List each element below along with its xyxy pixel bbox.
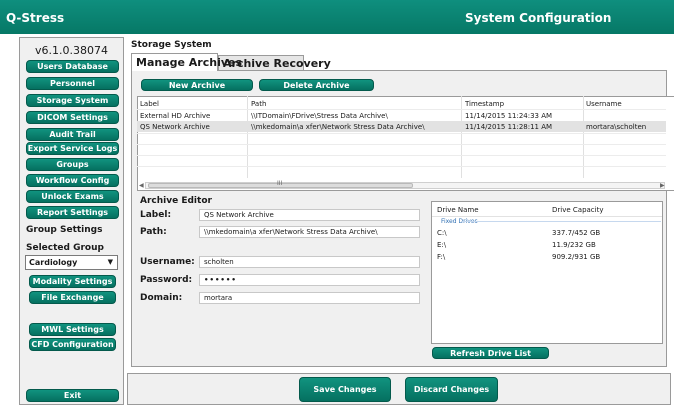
column-header-path: Path: [251, 100, 267, 108]
group-settings-label: Group Settings: [26, 225, 103, 235]
report-settings-button[interactable]: Report Settings: [26, 206, 119, 219]
drive-name: E:\: [437, 241, 447, 249]
drive-list: Drive Name Drive Capacity Fixed Drives C…: [431, 201, 663, 344]
cell-timestamp: 11/14/2015 11:24:33 AM: [465, 112, 553, 120]
storage-system-button[interactable]: Storage System: [26, 94, 119, 107]
scroll-left-icon[interactable]: ◀: [139, 182, 144, 189]
row-divider: [137, 133, 666, 134]
scroll-right-icon[interactable]: ▶: [660, 182, 665, 189]
window-title: System Configuration: [465, 11, 612, 25]
dicom-settings-button[interactable]: DICOM Settings: [26, 111, 119, 124]
selected-group-label: Selected Group: [26, 243, 104, 253]
app-title: Q-Stress: [6, 11, 65, 25]
drive-group-divider: [461, 221, 661, 222]
personnel-button[interactable]: Personnel: [26, 77, 119, 90]
archive-table-body: Label Path Timestamp Username External H…: [137, 96, 666, 191]
audit-trail-button[interactable]: Audit Trail: [26, 128, 119, 141]
password-field-label: Password:: [140, 275, 193, 285]
scrollbar-grip: III: [277, 180, 283, 187]
mwl-settings-button[interactable]: MWL Settings: [29, 323, 116, 336]
column-header-timestamp: Timestamp: [465, 100, 505, 108]
password-input[interactable]: ••••••: [199, 274, 420, 286]
label-field-label: Label:: [140, 210, 172, 220]
username-field-label: Username:: [140, 257, 195, 267]
unlock-exams-button[interactable]: Unlock Exams: [26, 190, 119, 203]
drive-capacity: 909.2/931 GB: [552, 253, 601, 261]
file-exchange-button[interactable]: File Exchange: [29, 291, 116, 304]
drive-name-header: Drive Name: [437, 206, 479, 214]
dropdown-arrow-icon: ▼: [107, 258, 113, 266]
row-divider: [137, 144, 666, 145]
domain-input[interactable]: mortara: [199, 292, 420, 304]
drive-capacity: 337.7/452 GB: [552, 229, 601, 237]
column-header-username: Username: [586, 100, 622, 108]
version-label: v6.1.0.38074: [35, 44, 108, 57]
new-archive-button[interactable]: New Archive: [141, 79, 253, 91]
domain-field-label: Domain:: [140, 293, 183, 303]
save-changes-button[interactable]: Save Changes: [299, 377, 391, 402]
selected-group-select[interactable]: Cardiology ▼: [25, 255, 118, 270]
cell-username: mortara\scholten: [586, 123, 647, 131]
tab-manage-archives[interactable]: Manage Archives: [131, 53, 242, 71]
drive-name: C:\: [437, 229, 447, 237]
row-divider: [137, 166, 666, 167]
users-database-button[interactable]: Users Database: [26, 60, 119, 73]
drive-name: F:\: [437, 253, 446, 261]
table-header: Label Path Timestamp Username: [137, 98, 666, 109]
cell-path: \\ITDomain\FDrive\Stress Data Archive\: [251, 112, 388, 120]
path-field-label: Path:: [140, 227, 167, 237]
username-input[interactable]: scholten: [199, 256, 420, 268]
row-divider: [137, 155, 666, 156]
delete-archive-button[interactable]: Delete Archive: [259, 79, 374, 91]
discard-changes-button[interactable]: Discard Changes: [405, 377, 498, 402]
table-row[interactable]: External HD Archive \\ITDomain\FDrive\St…: [137, 110, 666, 121]
archive-editor-title: Archive Editor: [140, 196, 212, 206]
export-service-logs-button[interactable]: Export Service Logs: [26, 142, 119, 155]
cell-label: External HD Archive: [140, 112, 211, 120]
drive-capacity-header: Drive Capacity: [552, 206, 604, 214]
cell-timestamp: 11/14/2015 11:28:11 AM: [465, 123, 553, 131]
section-title: Storage System: [131, 40, 212, 50]
refresh-drive-list-button[interactable]: Refresh Drive List: [432, 347, 549, 359]
exit-button[interactable]: Exit: [26, 389, 119, 402]
path-input[interactable]: \\mkedomain\a xfer\Network Stress Data A…: [199, 226, 420, 238]
footer-bar: [127, 373, 671, 405]
sidebar: v6.1.0.38074 Users Database Personnel St…: [19, 37, 124, 405]
cell-path: \\mkedomain\a xfer\Network Stress Data A…: [251, 123, 425, 131]
selected-group-value: Cardiology: [29, 258, 78, 267]
header-divider: [432, 216, 662, 217]
cfd-configuration-button[interactable]: CFD Configuration: [29, 338, 116, 351]
drive-capacity: 11.9/232 GB: [552, 241, 596, 249]
table-row-selected[interactable]: QS Network Archive \\mkedomain\a xfer\Ne…: [137, 121, 666, 132]
label-input[interactable]: QS Network Archive: [199, 209, 420, 221]
column-header-label: Label: [140, 100, 159, 108]
workflow-config-button[interactable]: Workflow Config: [26, 174, 119, 187]
cell-label: QS Network Archive: [140, 123, 210, 131]
groups-button[interactable]: Groups: [26, 158, 119, 171]
modality-settings-button[interactable]: Modality Settings: [29, 275, 116, 288]
